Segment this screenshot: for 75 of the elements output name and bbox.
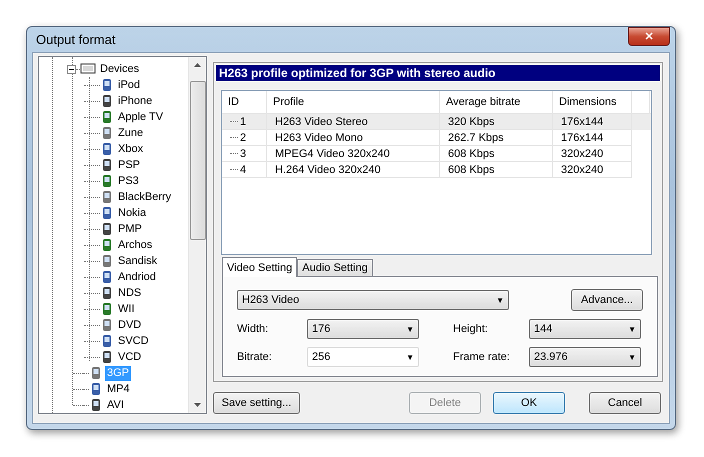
- scroll-up-icon[interactable]: [194, 63, 201, 67]
- dropdown[interactable]: 144 ▼: [529, 319, 641, 339]
- device-icon: [100, 190, 114, 204]
- tree-item[interactable]: SVCD: [116, 334, 151, 348]
- tree-item[interactable]: NDS: [116, 286, 144, 300]
- codec-dropdown[interactable]: H263 Video ▼: [237, 290, 509, 310]
- dropdown[interactable]: 176 ▼: [307, 319, 419, 339]
- tree-item[interactable]: PSP: [116, 158, 142, 172]
- device-icon: [100, 302, 114, 316]
- field-label: Frame rate:: [452, 351, 511, 363]
- tree-item[interactable]: Archos: [116, 238, 154, 252]
- tree-item[interactable]: Xbox: [116, 142, 146, 156]
- monitor-icon: [80, 63, 96, 75]
- combo-input[interactable]: 256 ▼: [307, 347, 419, 367]
- device-icon: [100, 254, 114, 268]
- tree-item[interactable]: Devices: [98, 62, 142, 76]
- tree-item[interactable]: Nokia: [116, 206, 148, 220]
- window-title: Output format: [35, 32, 116, 47]
- dialog-button[interactable]: Cancel: [589, 392, 661, 414]
- column-header[interactable]: ID: [222, 91, 267, 113]
- settings-tab[interactable]: Video Setting: [222, 257, 298, 277]
- column-header[interactable]: Profile: [267, 91, 440, 113]
- minus-icon: [69, 68, 74, 70]
- device-icon: [100, 142, 114, 156]
- field-label: Bitrate:: [237, 351, 273, 363]
- tree-item[interactable]: Sandisk: [116, 254, 160, 268]
- collapse-toggle[interactable]: [67, 64, 76, 74]
- device-icon: [100, 286, 114, 300]
- device-icon: [100, 126, 114, 140]
- device-icon: [100, 270, 114, 284]
- tree-item[interactable]: BlackBerry: [116, 190, 174, 204]
- device-icon: [100, 206, 114, 220]
- device-icon: [100, 334, 114, 348]
- tree-item[interactable]: MP4: [105, 382, 132, 396]
- device-icon: [100, 174, 114, 188]
- tree-item[interactable]: VCD: [116, 350, 144, 364]
- tree-item[interactable]: iPod: [116, 78, 142, 92]
- device-icon: [100, 350, 114, 364]
- device-icon: [100, 110, 114, 124]
- tree-item[interactable]: AVI: [105, 398, 126, 412]
- tree-item[interactable]: DVD: [116, 318, 144, 332]
- field-label: Width:: [237, 323, 270, 335]
- device-icon: [100, 238, 114, 252]
- device-icon: [100, 94, 114, 108]
- device-icon: [89, 398, 103, 412]
- dialog-button[interactable]: OK: [493, 392, 565, 414]
- table-cell: 608 Kbps: [440, 162, 553, 178]
- tree-item[interactable]: Andriod: [116, 270, 158, 284]
- column-header[interactable]: Dimensions: [553, 91, 632, 113]
- device-icon: [100, 318, 114, 332]
- dropdown[interactable]: 23.976 ▼: [529, 347, 641, 367]
- device-icon: [89, 382, 103, 396]
- scroll-down-icon[interactable]: [194, 403, 201, 407]
- device-icon: [89, 366, 103, 380]
- tree-item[interactable]: PMP: [116, 222, 144, 236]
- tree-item[interactable]: Apple TV: [116, 110, 166, 124]
- scrollbar[interactable]: [188, 57, 206, 413]
- column-header[interactable]: Average bitrate: [440, 91, 553, 113]
- dialog-button[interactable]: Save setting...: [213, 392, 300, 414]
- profile-title: H263 profile optimized for 3GP with stereo audio: [216, 65, 660, 81]
- advance-button[interactable]: Advance...: [571, 289, 643, 311]
- device-icon: [100, 222, 114, 236]
- profile-row[interactable]: 1 H263 Video Stereo 320 Kbps 176x144: [222, 114, 651, 130]
- tree-item[interactable]: Zune: [116, 126, 146, 140]
- table-cell: H.264 Video 320x240: [267, 162, 440, 178]
- table-cell: 4: [222, 162, 267, 178]
- settings-tab[interactable]: Audio Setting: [297, 259, 373, 276]
- tree-item[interactable]: iPhone: [116, 94, 154, 108]
- field-label: Height:: [452, 323, 489, 335]
- tree-item[interactable]: WII: [116, 302, 136, 316]
- device-icon: [100, 158, 114, 172]
- close-button[interactable]: ✕: [628, 27, 670, 46]
- tree-item[interactable]: PS3: [116, 174, 141, 188]
- device-icon: [100, 78, 114, 92]
- table-cell: 320x240: [553, 162, 632, 178]
